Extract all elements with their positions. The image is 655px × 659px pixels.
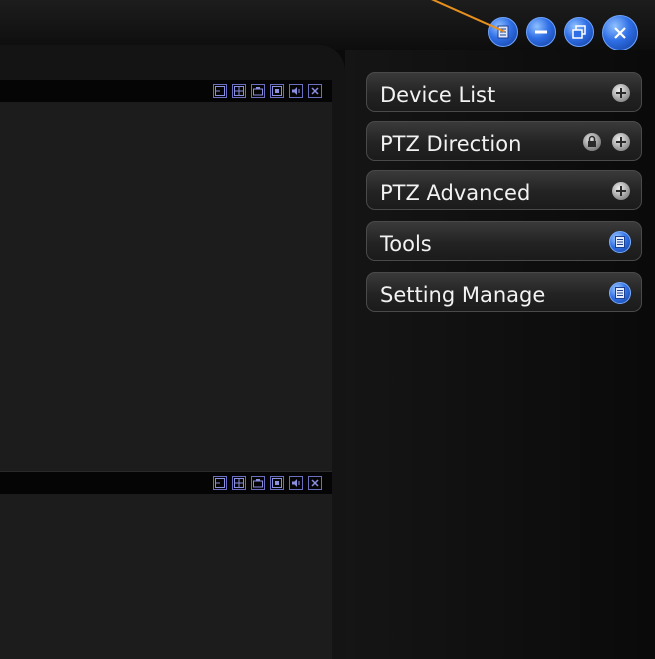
tools-label: Tools	[380, 232, 432, 256]
audio-icon[interactable]	[289, 84, 303, 98]
close-pane-icon[interactable]	[308, 476, 322, 490]
tools-button[interactable]: Tools	[366, 221, 642, 261]
plus-icon[interactable]	[612, 182, 630, 200]
video-view-top[interactable]	[0, 102, 332, 472]
close-pane-icon[interactable]	[308, 84, 322, 98]
ptz-direction-button[interactable]: PTZ Direction	[366, 121, 642, 161]
ptz-advanced-button[interactable]: PTZ Advanced	[366, 170, 642, 210]
setting-manage-label: Setting Manage	[380, 283, 546, 307]
video-view-bottom[interactable]	[0, 494, 332, 659]
pane-toolbar	[0, 472, 332, 494]
lock-icon[interactable]	[583, 133, 601, 151]
close-icon[interactable]	[602, 15, 638, 51]
snapshot-icon[interactable]	[251, 84, 265, 98]
plus-icon[interactable]	[612, 133, 630, 151]
video-pane-bottom[interactable]	[0, 472, 332, 659]
title-bar	[0, 0, 655, 51]
restore-icon[interactable]	[564, 17, 594, 47]
video-pane-top[interactable]	[0, 80, 332, 472]
quad-view-icon[interactable]	[232, 84, 246, 98]
list-icon[interactable]	[609, 282, 631, 304]
minimize-icon[interactable]	[526, 17, 556, 47]
setting-manage-button[interactable]: Setting Manage	[366, 272, 642, 312]
single-view-icon[interactable]	[213, 84, 227, 98]
record-icon[interactable]	[270, 476, 284, 490]
right-panel: Device List PTZ Direction PTZ Advanced T…	[345, 50, 655, 659]
device-list-label: Device List	[380, 83, 496, 107]
record-icon[interactable]	[270, 84, 284, 98]
app-window: Device List PTZ Direction PTZ Advanced T…	[0, 0, 655, 659]
quad-view-icon[interactable]	[232, 476, 246, 490]
ptz-direction-label: PTZ Direction	[380, 132, 522, 156]
device-list-button[interactable]: Device List	[366, 72, 642, 112]
audio-icon[interactable]	[289, 476, 303, 490]
plus-icon[interactable]	[612, 84, 630, 102]
single-view-icon[interactable]	[213, 476, 227, 490]
list-icon[interactable]	[609, 231, 631, 253]
pane-toolbar	[0, 80, 332, 102]
snapshot-icon[interactable]	[251, 476, 265, 490]
ptz-advanced-label: PTZ Advanced	[380, 181, 531, 205]
